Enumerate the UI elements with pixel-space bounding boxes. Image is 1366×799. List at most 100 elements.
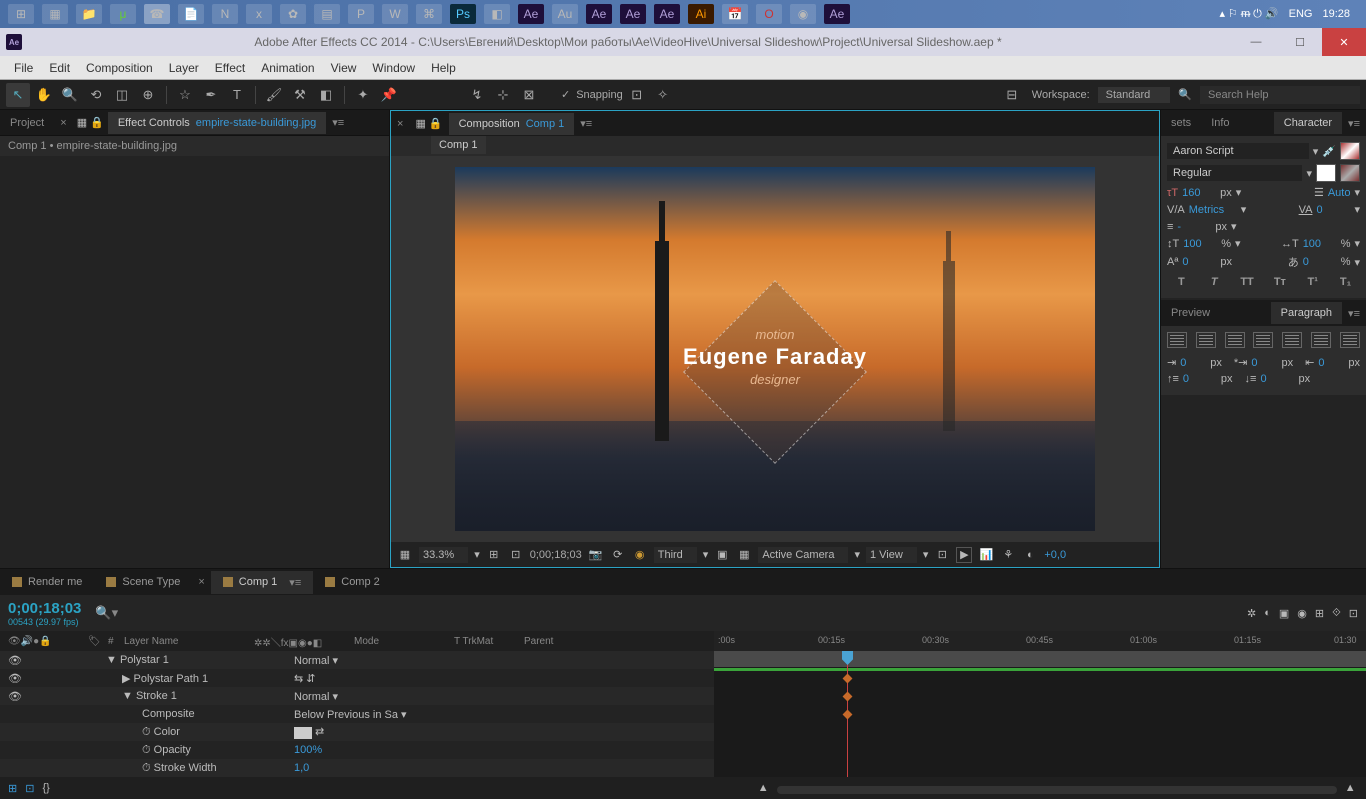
task-ae[interactable]: Ae [654, 4, 680, 24]
keyframe[interactable] [843, 710, 853, 720]
col-layer-name[interactable]: Layer Name [124, 636, 254, 647]
auto-keyframe-icon[interactable]: ⟐ [1332, 607, 1341, 620]
kerning-value[interactable]: Metrics [1189, 204, 1237, 216]
tab-close-icon[interactable]: × [391, 118, 409, 130]
timeline-search-icon[interactable]: 🔍▾ [95, 605, 118, 621]
puppet-tool-icon[interactable]: 📌 [377, 83, 401, 107]
channel-icon[interactable]: ⟳ [610, 547, 626, 563]
task-onenote[interactable]: N [212, 4, 238, 24]
stroke-color-swatch[interactable] [1340, 142, 1360, 160]
tray-clock[interactable]: 19:28 [1322, 8, 1350, 20]
graph-editor-icon[interactable]: ⊡ [1349, 607, 1358, 620]
axis-local-icon[interactable]: ↯ [465, 83, 489, 107]
minimize-button[interactable]: — [1234, 28, 1278, 56]
windows-taskbar[interactable]: ⊞ ▦ 📁 μ ☎ 📄 N x ✿ ▤ P W ⌘ Ps ◧ Ae Au Ae … [0, 0, 1366, 28]
align-left-icon[interactable] [1167, 332, 1187, 348]
composition-tab[interactable]: Composition Comp 1 [449, 113, 575, 135]
tsume-value[interactable]: 0 [1303, 256, 1337, 268]
color-mgmt-icon[interactable]: ◉ [632, 547, 648, 563]
snap-opt-icon[interactable]: ✧ [651, 83, 675, 107]
font-size-value[interactable]: 160 [1182, 187, 1216, 199]
leading-value[interactable]: Auto [1328, 187, 1351, 199]
character-tab[interactable]: Character [1274, 112, 1342, 134]
pixel-aspect-icon[interactable]: ⊡ [934, 547, 950, 563]
camera-tool-icon[interactable]: ◫ [110, 83, 134, 107]
tab-close-icon[interactable]: × [192, 576, 210, 588]
composition-viewer[interactable]: motion Eugene Faraday designer [390, 156, 1160, 542]
task-app[interactable]: ▤ [314, 4, 340, 24]
vscale-value[interactable]: 100 [1183, 238, 1217, 250]
task-app[interactable]: P [348, 4, 374, 24]
zoom-slider[interactable] [777, 786, 1337, 794]
effect-controls-body[interactable] [0, 156, 389, 568]
menu-effect[interactable]: Effect [207, 57, 253, 79]
italic-button[interactable]: T [1203, 276, 1225, 288]
eyedropper-icon[interactable]: 💉 [1322, 145, 1336, 158]
bold-button[interactable]: T [1170, 276, 1192, 288]
axis-world-icon[interactable]: ⊹ [491, 83, 515, 107]
toggle-modes-icon[interactable]: ⊡ [25, 782, 34, 795]
justify-last-right-icon[interactable] [1311, 332, 1331, 348]
timeline-tab-scene[interactable]: Scene Type [94, 571, 192, 593]
project-tab[interactable]: Project [0, 112, 54, 134]
task-ae-active[interactable]: Ae [824, 4, 850, 24]
shape-tool-icon[interactable]: ☆ [173, 83, 197, 107]
roi-icon[interactable]: ▣ [714, 547, 730, 563]
roto-tool-icon[interactable]: ✦ [351, 83, 375, 107]
always-preview-icon[interactable]: ▦ [397, 547, 413, 563]
fast-preview-icon[interactable]: ▶ [956, 547, 972, 563]
eraser-tool-icon[interactable]: ◧ [314, 83, 338, 107]
col-parent[interactable]: Parent [524, 636, 553, 647]
maximize-button[interactable]: ☐ [1278, 28, 1322, 56]
tracking-value[interactable]: 0 [1316, 204, 1350, 216]
text-tool-icon[interactable]: T [225, 83, 249, 107]
task-app[interactable]: 📁 [76, 4, 102, 24]
align-right-icon[interactable] [1225, 332, 1245, 348]
stamp-tool-icon[interactable]: ⚒ [288, 83, 312, 107]
menu-animation[interactable]: Animation [253, 57, 322, 79]
task-viber[interactable]: ☎ [144, 4, 170, 24]
brackets-icon[interactable]: {} [42, 782, 49, 794]
preview-tab[interactable]: Preview [1161, 302, 1220, 324]
grid-icon[interactable]: ⊡ [508, 547, 524, 563]
no-stroke-swatch[interactable] [1340, 164, 1360, 182]
hand-tool-icon[interactable]: ✋ [32, 83, 56, 107]
zoom-selector[interactable]: 33.3% [419, 547, 468, 563]
tray-language[interactable]: ENG [1289, 8, 1313, 20]
comp-name-tab[interactable]: Comp 1 [431, 136, 486, 154]
tray-icons[interactable]: ▴ ⚐ ᵯ ⏻ 🔊 [1219, 7, 1278, 21]
zoom-in-icon[interactable]: ▲ [1345, 782, 1356, 794]
paragraph-tab[interactable]: Paragraph [1271, 302, 1342, 324]
task-app[interactable]: x [246, 4, 272, 24]
brush-tool-icon[interactable]: 🖌 [262, 83, 286, 107]
menu-window[interactable]: Window [364, 57, 423, 79]
stroke-width-value[interactable]: - [1177, 221, 1211, 233]
task-app[interactable]: μ [110, 4, 136, 24]
zoom-out-icon[interactable]: ▲ [758, 782, 769, 794]
task-ae[interactable]: Ae [586, 4, 612, 24]
task-ae[interactable]: Ae [620, 4, 646, 24]
search-help-input[interactable]: Search Help [1200, 86, 1360, 104]
sets-tab[interactable]: sets [1161, 112, 1201, 134]
menu-help[interactable]: Help [423, 57, 464, 79]
task-app[interactable]: ✿ [280, 4, 306, 24]
comp-mini-flowchart-icon[interactable]: ✲ [1247, 607, 1256, 620]
transparency-icon[interactable]: ▦ [736, 547, 752, 563]
timeline-icon[interactable]: 📊 [978, 547, 994, 563]
info-tab[interactable]: Info [1201, 112, 1239, 134]
axis-view-icon[interactable]: ⊠ [517, 83, 541, 107]
tab-close-icon[interactable]: × [54, 117, 72, 129]
brainstorm-icon[interactable]: ⊞ [1315, 607, 1324, 620]
exposure-value[interactable]: +0,0 [1044, 549, 1066, 561]
snap-opt-icon[interactable]: ⊡ [625, 83, 649, 107]
timecode-display[interactable]: 0;00;18;03 [530, 549, 582, 561]
resolution-icon[interactable]: ⊞ [486, 547, 502, 563]
snapping-checkbox[interactable]: Snapping [576, 89, 623, 101]
timeline-track-area[interactable] [714, 651, 1366, 777]
workspace-selector[interactable]: Standard [1098, 87, 1171, 103]
window-titlebar[interactable]: Ae Adobe After Effects CC 2014 - C:\User… [0, 28, 1366, 56]
start-button[interactable]: ⊞ [8, 4, 34, 24]
align-center-icon[interactable] [1196, 332, 1216, 348]
fill-color-swatch[interactable] [1316, 164, 1336, 182]
font-family-selector[interactable]: Aaron Script [1167, 143, 1309, 159]
